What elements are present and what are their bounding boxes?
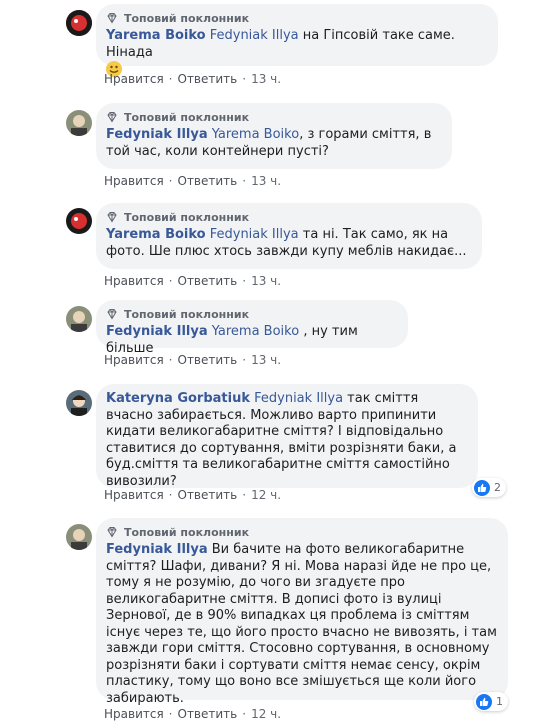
separator: · xyxy=(242,174,247,188)
comment-author[interactable]: Fedyniak Illya xyxy=(106,324,208,339)
separator: · xyxy=(168,488,173,502)
reply-button[interactable]: Ответить xyxy=(178,707,238,721)
comment-actions: Нравится · Ответить · 13 ч. xyxy=(104,173,281,189)
thumbs-up-icon xyxy=(474,479,490,496)
comment-actions: Нравится · Ответить · 13 ч. xyxy=(104,71,281,87)
comment-mention[interactable]: Fedyniak Illya xyxy=(210,28,299,43)
reply-button[interactable]: Ответить xyxy=(178,72,238,86)
reaction-count[interactable]: 2 xyxy=(472,478,506,497)
diamond-icon xyxy=(107,309,117,320)
comment-actions: Нравится · Ответить · 12 ч. xyxy=(104,706,281,722)
reply-button[interactable]: Ответить xyxy=(178,488,238,502)
comment-timestamp[interactable]: 13 ч. xyxy=(251,72,281,86)
comment-mention[interactable]: Fedyniak Illya xyxy=(210,227,299,242)
comment-author[interactable]: Kateryna Gorbatiuk xyxy=(106,391,250,406)
comment-timestamp[interactable]: 13 ч. xyxy=(251,174,281,188)
comment-body: Ви бачите на фото великогабаритне сміття… xyxy=(106,542,497,706)
like-button[interactable]: Нравится xyxy=(104,353,164,367)
reply-button[interactable]: Ответить xyxy=(178,353,238,367)
reply-button[interactable]: Ответить xyxy=(178,274,238,288)
comment-bubble: Топовий поклонник Yarema Boiko Fedyniak … xyxy=(96,4,498,77)
diamond-icon xyxy=(107,112,117,123)
comment-mention[interactable]: Fedyniak Illya xyxy=(254,391,343,406)
comment-timestamp[interactable]: 12 ч. xyxy=(251,707,281,721)
top-fan-badge: Топовий поклонник xyxy=(106,525,498,539)
separator: · xyxy=(242,707,247,721)
separator: · xyxy=(168,274,173,288)
comment-actions: Нравится · Ответить · 13 ч. xyxy=(104,273,281,289)
avatar[interactable] xyxy=(66,208,92,234)
comment-author[interactable]: Fedyniak Illya xyxy=(106,542,208,557)
reaction-number: 1 xyxy=(496,695,503,708)
like-button[interactable]: Нравится xyxy=(104,174,164,188)
top-fan-badge: Топовий поклонник xyxy=(106,11,488,25)
comment-author[interactable]: Yarema Boiko xyxy=(106,28,206,43)
reaction-number: 2 xyxy=(494,481,501,494)
comment-author[interactable]: Yarema Boiko xyxy=(106,227,206,242)
like-button[interactable]: Нравится xyxy=(104,72,164,86)
avatar[interactable] xyxy=(66,110,92,136)
like-button[interactable]: Нравится xyxy=(104,707,164,721)
reply-button[interactable]: Ответить xyxy=(178,174,238,188)
diamond-icon xyxy=(107,527,117,538)
comment-text: Fedyniak Illya Ви бачите на фото великог… xyxy=(106,542,498,707)
thumbs-up-icon xyxy=(476,693,492,710)
avatar-image-icon xyxy=(66,10,92,36)
comment-timestamp[interactable]: 12 ч. xyxy=(251,488,281,502)
avatar-image-icon xyxy=(66,306,92,332)
like-button[interactable]: Нравится xyxy=(104,274,164,288)
top-fan-badge: Топовий поклонник xyxy=(106,110,442,124)
avatar[interactable] xyxy=(66,10,92,36)
badge-label: Топовий поклонник xyxy=(124,525,250,539)
separator: · xyxy=(242,72,247,86)
comment-bubble: Kateryna Gorbatiuk Fedyniak Illya так см… xyxy=(96,384,478,490)
comment-mention[interactable]: Yarema Boiko xyxy=(212,324,299,339)
separator: · xyxy=(168,353,173,367)
separator: · xyxy=(242,488,247,502)
separator: · xyxy=(168,707,173,721)
avatar-image-icon xyxy=(66,208,92,234)
badge-label: Топовий поклонник xyxy=(124,110,250,124)
comment-mention[interactable]: Yarema Boiko xyxy=(212,127,299,142)
reaction-count[interactable]: 1 xyxy=(474,692,508,711)
comment-timestamp[interactable]: 13 ч. xyxy=(251,274,281,288)
separator: · xyxy=(168,174,173,188)
comment-bubble: Топовий поклонник Fedyniak Illya Yarema … xyxy=(96,103,452,169)
badge-label: Топовий поклонник xyxy=(124,210,250,224)
comment-bubble: Топовий поклонник Fedyniak Illya Ви бачи… xyxy=(96,518,508,706)
separator: · xyxy=(242,274,247,288)
avatar-image-icon xyxy=(66,110,92,136)
avatar-image-icon xyxy=(66,524,92,550)
comment-actions: Нравится · Ответить · 13 ч. xyxy=(104,352,281,368)
top-fan-badge: Топовий поклонник xyxy=(106,210,472,224)
diamond-icon xyxy=(107,13,117,24)
comment-bubble: Топовий поклонник Fedyniak Illya Yarema … xyxy=(96,300,408,356)
badge-label: Топовий поклонник xyxy=(124,307,250,321)
top-fan-badge: Топовий поклонник xyxy=(106,307,398,321)
avatar[interactable] xyxy=(66,524,92,550)
separator: · xyxy=(168,72,173,86)
comment-bubble: Топовий поклонник Yarema Boiko Fedyniak … xyxy=(96,203,482,269)
separator: · xyxy=(242,353,247,367)
avatar[interactable] xyxy=(66,306,92,332)
comment-text: Yarema Boiko Fedyniak Illya та ні. Так с… xyxy=(106,227,472,260)
avatar-image-icon xyxy=(66,390,92,416)
comment-timestamp[interactable]: 13 ч. xyxy=(251,353,281,367)
badge-label: Топовий поклонник xyxy=(124,11,250,25)
avatar[interactable] xyxy=(66,390,92,416)
comment-text: Kateryna Gorbatiuk Fedyniak Illya так см… xyxy=(106,391,468,490)
comment-actions: Нравится · Ответить · 12 ч. xyxy=(104,487,281,503)
like-button[interactable]: Нравится xyxy=(104,488,164,502)
comment-author[interactable]: Fedyniak Illya xyxy=(106,127,208,142)
diamond-icon xyxy=(107,212,117,223)
comment-text: Fedyniak Illya Yarema Boiko, з горами см… xyxy=(106,127,442,160)
